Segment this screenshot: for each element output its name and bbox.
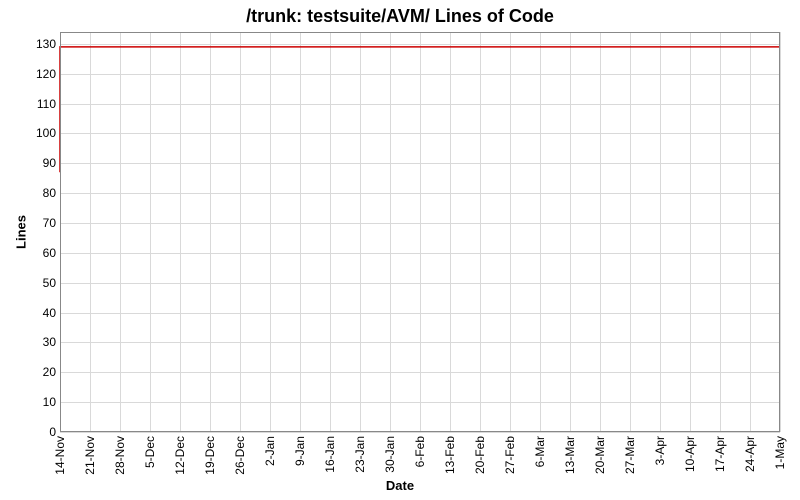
x-tick-label: 21-Nov	[83, 436, 97, 475]
x-tick-label: 20-Feb	[473, 436, 487, 474]
x-tick-label: 26-Dec	[233, 436, 247, 475]
loc-chart: /trunk: testsuite/AVM/ Lines of Code 0 10…	[0, 0, 800, 500]
x-tick-label: 10-Apr	[683, 436, 697, 472]
x-tick-label: 2-Jan	[263, 436, 277, 466]
x-tick-label: 16-Jan	[323, 436, 337, 473]
y-tick-label: 90	[16, 156, 56, 170]
y-tick-label: 0	[16, 425, 56, 439]
x-tick-label: 5-Dec	[143, 436, 157, 468]
x-tick-label: 19-Dec	[203, 436, 217, 475]
x-tick-label: 3-Apr	[653, 436, 667, 465]
y-tick-label: 50	[16, 276, 56, 290]
x-tick-label: 6-Feb	[413, 436, 427, 467]
x-tick-label: 27-Feb	[503, 436, 517, 474]
x-tick-label: 1-May	[773, 436, 787, 469]
x-tick-label: 9-Jan	[293, 436, 307, 466]
x-tick-label: 13-Mar	[563, 436, 577, 474]
y-tick-label: 130	[16, 37, 56, 51]
plot-area	[60, 32, 780, 432]
x-tick-label: 27-Mar	[623, 436, 637, 474]
x-tick-label: 6-Mar	[533, 436, 547, 467]
series-line	[60, 47, 780, 172]
x-tick-label: 17-Apr	[713, 436, 727, 472]
grid-v	[780, 32, 781, 432]
x-tick-label: 30-Jan	[383, 436, 397, 473]
data-series	[60, 32, 780, 432]
chart-title: /trunk: testsuite/AVM/ Lines of Code	[0, 6, 800, 27]
x-tick-label: 28-Nov	[113, 436, 127, 475]
y-axis-label: Lines	[13, 215, 28, 249]
x-tick-label: 13-Feb	[443, 436, 457, 474]
y-tick-label: 110	[16, 97, 56, 111]
y-tick-label: 120	[16, 67, 56, 81]
x-tick-label: 20-Mar	[593, 436, 607, 474]
x-axis-label: Date	[0, 478, 800, 493]
y-tick-label: 100	[16, 126, 56, 140]
y-tick-label: 10	[16, 395, 56, 409]
grid-h	[60, 432, 780, 433]
y-tick-label: 40	[16, 306, 56, 320]
y-tick-label: 80	[16, 186, 56, 200]
x-tick-label: 12-Dec	[173, 436, 187, 475]
x-tick-label: 24-Apr	[743, 436, 757, 472]
x-tick-label: 23-Jan	[353, 436, 367, 473]
y-tick-label: 30	[16, 335, 56, 349]
y-tick-label: 20	[16, 365, 56, 379]
x-tick-label: 14-Nov	[53, 436, 67, 475]
